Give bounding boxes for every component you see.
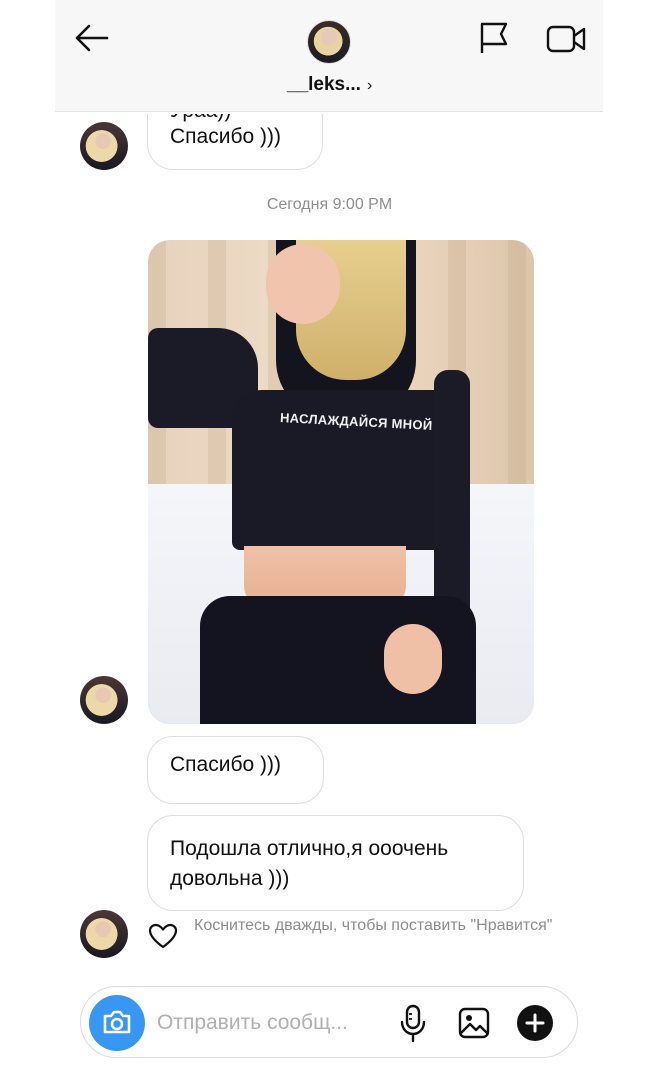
video-camera-icon[interactable] [545, 22, 587, 56]
header-avatar[interactable] [307, 20, 351, 64]
flag-icon[interactable] [477, 20, 511, 56]
message-bubble[interactable]: Ураа)) Спасибо ))) [147, 114, 323, 170]
photo-hand [384, 624, 442, 694]
heart-icon[interactable] [148, 923, 178, 949]
sender-avatar[interactable] [80, 910, 128, 958]
message-input[interactable] [157, 1005, 387, 1041]
plus-icon[interactable] [517, 1005, 553, 1041]
image-icon[interactable] [457, 1006, 491, 1040]
username-text: __leks... [287, 74, 361, 95]
message-composer [80, 986, 578, 1058]
photo-message[interactable]: НАСЛАЖДАЙСЯ МНОЙ [148, 240, 534, 724]
sender-avatar[interactable] [80, 676, 128, 724]
message-text: Спасибо ))) [170, 125, 281, 148]
message-text-clipped: Ураа)) [170, 114, 231, 126]
camera-icon[interactable] [89, 995, 145, 1051]
message-text-line: довольна ))) [170, 867, 290, 890]
photo-hand [266, 244, 340, 324]
chevron-right-icon: › [366, 77, 373, 94]
back-arrow-icon[interactable] [71, 20, 111, 56]
timestamp: Сегодня 9:00 PM [266, 196, 393, 213]
message-text: Спасибо ))) [170, 753, 281, 776]
header-username[interactable]: __leks... › [287, 74, 372, 96]
photo-arm [434, 370, 470, 630]
message-text-line: Подошла отлично,я ооочень [170, 837, 449, 860]
message-bubble[interactable]: Спасибо ))) [147, 736, 324, 804]
microphone-icon[interactable] [399, 1003, 427, 1043]
message-bubble[interactable]: Подошла отлично,я ооочень довольна ))) [147, 815, 524, 911]
double-tap-hint: Коснитесь дважды, чтобы поставить "Нрави… [194, 917, 553, 934]
thread-header: __leks... › [55, 0, 603, 112]
sender-avatar[interactable] [80, 122, 128, 170]
